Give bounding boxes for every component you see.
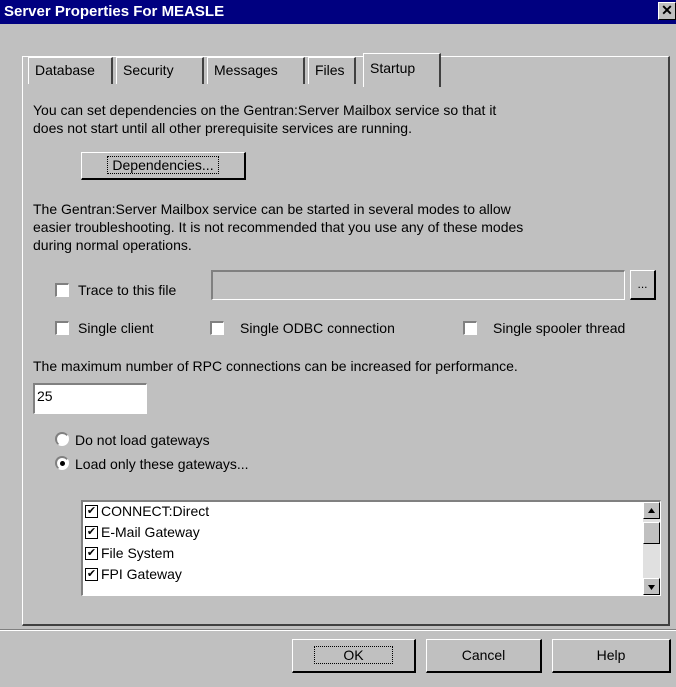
radio-load-gateways[interactable] — [55, 456, 69, 470]
single-client-label: Single client — [78, 320, 154, 336]
single-odbc-label: Single ODBC connection — [240, 320, 395, 336]
check-icon[interactable]: ✔ — [85, 568, 98, 581]
dependencies-button[interactable]: Dependencies... — [81, 152, 246, 180]
radio-no-gateways[interactable] — [55, 432, 69, 446]
list-item[interactable]: ✔ CONNECT:Direct — [83, 502, 660, 523]
single-spooler-checkbox[interactable] — [463, 321, 477, 335]
rpc-connections-input[interactable]: 25 — [33, 383, 147, 414]
tab-startup[interactable]: Startup — [363, 53, 441, 87]
startup-panel: You can set dependencies on the Gentran:… — [22, 56, 670, 626]
list-scrollbar[interactable] — [643, 502, 660, 595]
close-icon[interactable]: ✕ — [658, 2, 676, 20]
single-spooler-label: Single spooler thread — [493, 320, 626, 336]
title-bar: Server Properties For MEASLE ✕ — [0, 0, 676, 24]
trace-checkbox[interactable] — [55, 283, 69, 297]
check-icon[interactable]: ✔ — [85, 526, 98, 539]
trace-label: Trace to this file — [78, 282, 177, 298]
check-icon[interactable]: ✔ — [85, 547, 98, 560]
browse-button[interactable]: ... — [630, 270, 656, 300]
radio-no-gateways-label: Do not load gateways — [75, 432, 210, 448]
ok-button[interactable]: OK — [292, 639, 416, 673]
gateway-list[interactable]: ✔ CONNECT:Direct ✔ E-Mail Gateway ✔ File Sy… — [81, 500, 661, 596]
single-odbc-checkbox[interactable] — [210, 321, 224, 335]
list-item[interactable]: ✔ File System — [83, 544, 660, 565]
modes-text-3: during normal operations. — [33, 237, 192, 253]
window-title: Server Properties For MEASLE — [4, 3, 225, 20]
dependencies-text-2: does not start until all other prerequis… — [33, 120, 412, 136]
scroll-thumb[interactable] — [643, 522, 660, 544]
cancel-button[interactable]: Cancel — [426, 639, 542, 673]
trace-file-field[interactable] — [211, 270, 625, 300]
footer-divider — [0, 629, 676, 631]
radio-load-gateways-label: Load only these gateways... — [75, 456, 249, 472]
modes-text-2: easier troubleshooting. It is not recomm… — [33, 219, 524, 235]
dependencies-text-1: You can set dependencies on the Gentran:… — [33, 102, 497, 118]
modes-text-1: The Gentran:Server Mailbox service can b… — [33, 201, 511, 217]
list-item[interactable]: ✔ FPI Gateway — [83, 565, 660, 586]
scroll-down-icon[interactable] — [643, 578, 660, 595]
single-client-checkbox[interactable] — [55, 321, 69, 335]
list-item[interactable]: ✔ E-Mail Gateway — [83, 523, 660, 544]
help-button[interactable]: Help — [552, 639, 671, 673]
scroll-up-icon[interactable] — [643, 502, 660, 519]
rpc-text: The maximum number of RPC connections ca… — [33, 358, 518, 374]
check-icon[interactable]: ✔ — [85, 505, 98, 518]
